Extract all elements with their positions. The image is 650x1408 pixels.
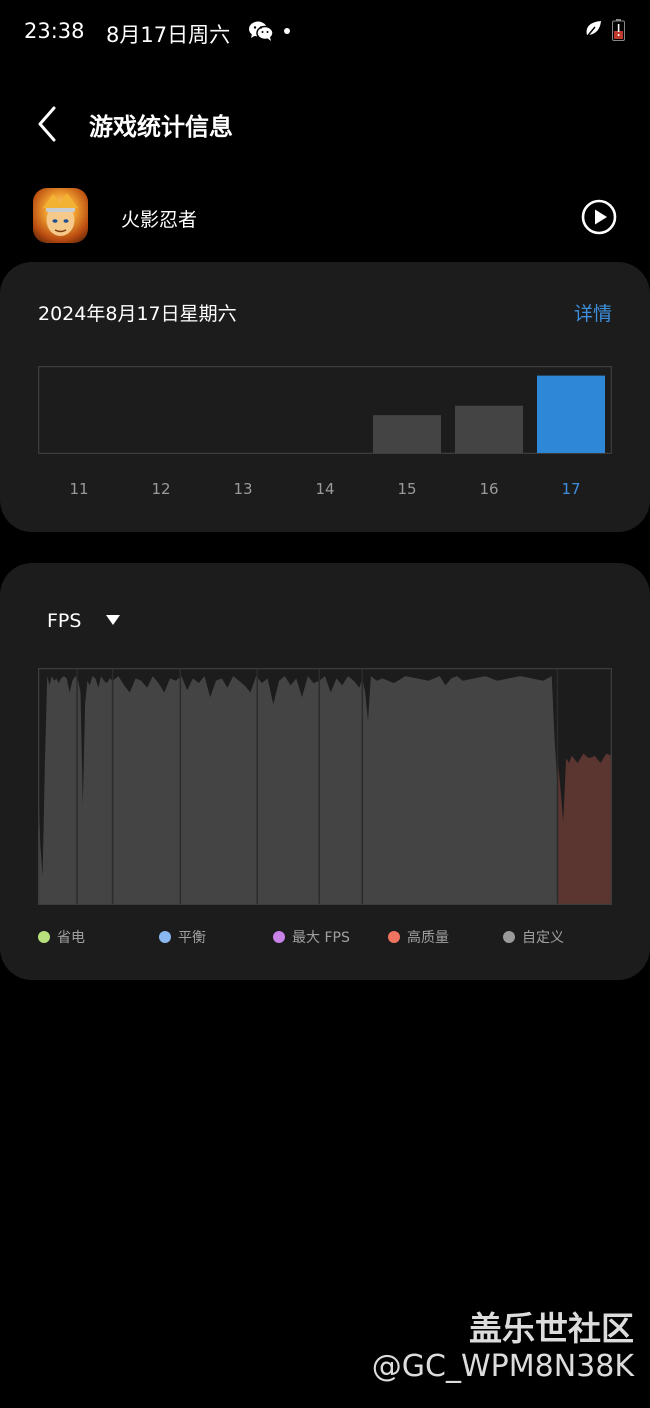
x-label-16: 16 bbox=[479, 480, 499, 498]
legend-label: 最大 FPS bbox=[292, 930, 350, 946]
x-label-13: 13 bbox=[233, 480, 253, 498]
page-title: 游戏统计信息 bbox=[89, 113, 233, 141]
leaf-icon bbox=[584, 21, 601, 40]
fps-area-chart bbox=[38, 668, 612, 905]
chevron-left-icon bbox=[38, 106, 56, 142]
wechat-icon bbox=[249, 21, 274, 41]
metric-label: FPS bbox=[47, 610, 82, 632]
fps-series-custom bbox=[38, 676, 558, 904]
bar-chart-frame bbox=[38, 366, 612, 454]
bar-chart-x-axis: 11 12 13 14 15 16 17 bbox=[38, 480, 612, 500]
bar-17[interactable] bbox=[537, 375, 605, 453]
status-bar: 23:38 8月17日周六 bbox=[0, 0, 650, 66]
fps-series-high-quality bbox=[557, 753, 612, 904]
x-label-17: 17 bbox=[561, 480, 581, 498]
details-link[interactable]: 详情 bbox=[574, 299, 612, 326]
daily-usage-card: 2024年8月17日星期六 详情 11 12 13 14 15 16 17 bbox=[0, 262, 650, 532]
bar-16[interactable] bbox=[455, 405, 523, 453]
x-label-14: 14 bbox=[315, 480, 335, 498]
play-button[interactable] bbox=[580, 198, 618, 236]
game-icon bbox=[33, 188, 88, 243]
legend-label: 平衡 bbox=[178, 930, 206, 946]
battery-icon bbox=[612, 19, 625, 41]
x-label-12: 12 bbox=[151, 480, 171, 498]
game-name: 火影忍者 bbox=[121, 209, 198, 231]
bar-15[interactable] bbox=[373, 415, 441, 453]
date-label: 2024年8月17日星期六 bbox=[38, 303, 237, 325]
legend-dot-icon bbox=[273, 931, 285, 943]
legend-dot-icon bbox=[38, 931, 50, 943]
x-label-11: 11 bbox=[69, 480, 89, 498]
watermark-user: @GC_WPM8N38K bbox=[371, 1349, 634, 1384]
triangle-down-icon bbox=[106, 615, 120, 625]
legend-dot-icon bbox=[503, 931, 515, 943]
legend-label: 高质量 bbox=[407, 930, 449, 946]
dot-icon bbox=[284, 28, 290, 34]
legend-label: 省电 bbox=[57, 930, 85, 946]
legend-dot-icon bbox=[388, 931, 400, 943]
daily-bar-chart bbox=[38, 366, 612, 454]
watermark-community: 盖乐世社区 bbox=[469, 1309, 634, 1348]
legend-label: 自定义 bbox=[522, 930, 564, 946]
legend-dot-icon bbox=[159, 931, 171, 943]
status-time: 23:38 bbox=[24, 19, 85, 43]
mode-legend: 省电 平衡 最大 FPS 高质量 自定义 bbox=[38, 927, 612, 949]
status-date: 8月17日周六 bbox=[106, 23, 231, 47]
x-label-15: 15 bbox=[397, 480, 417, 498]
header: 游戏统计信息 bbox=[0, 94, 650, 154]
fps-card: FPS 省电 平衡 最大 FPS 高质量 自定义 bbox=[0, 563, 650, 980]
back-button[interactable] bbox=[30, 102, 66, 146]
game-row: 火影忍者 bbox=[0, 188, 650, 246]
